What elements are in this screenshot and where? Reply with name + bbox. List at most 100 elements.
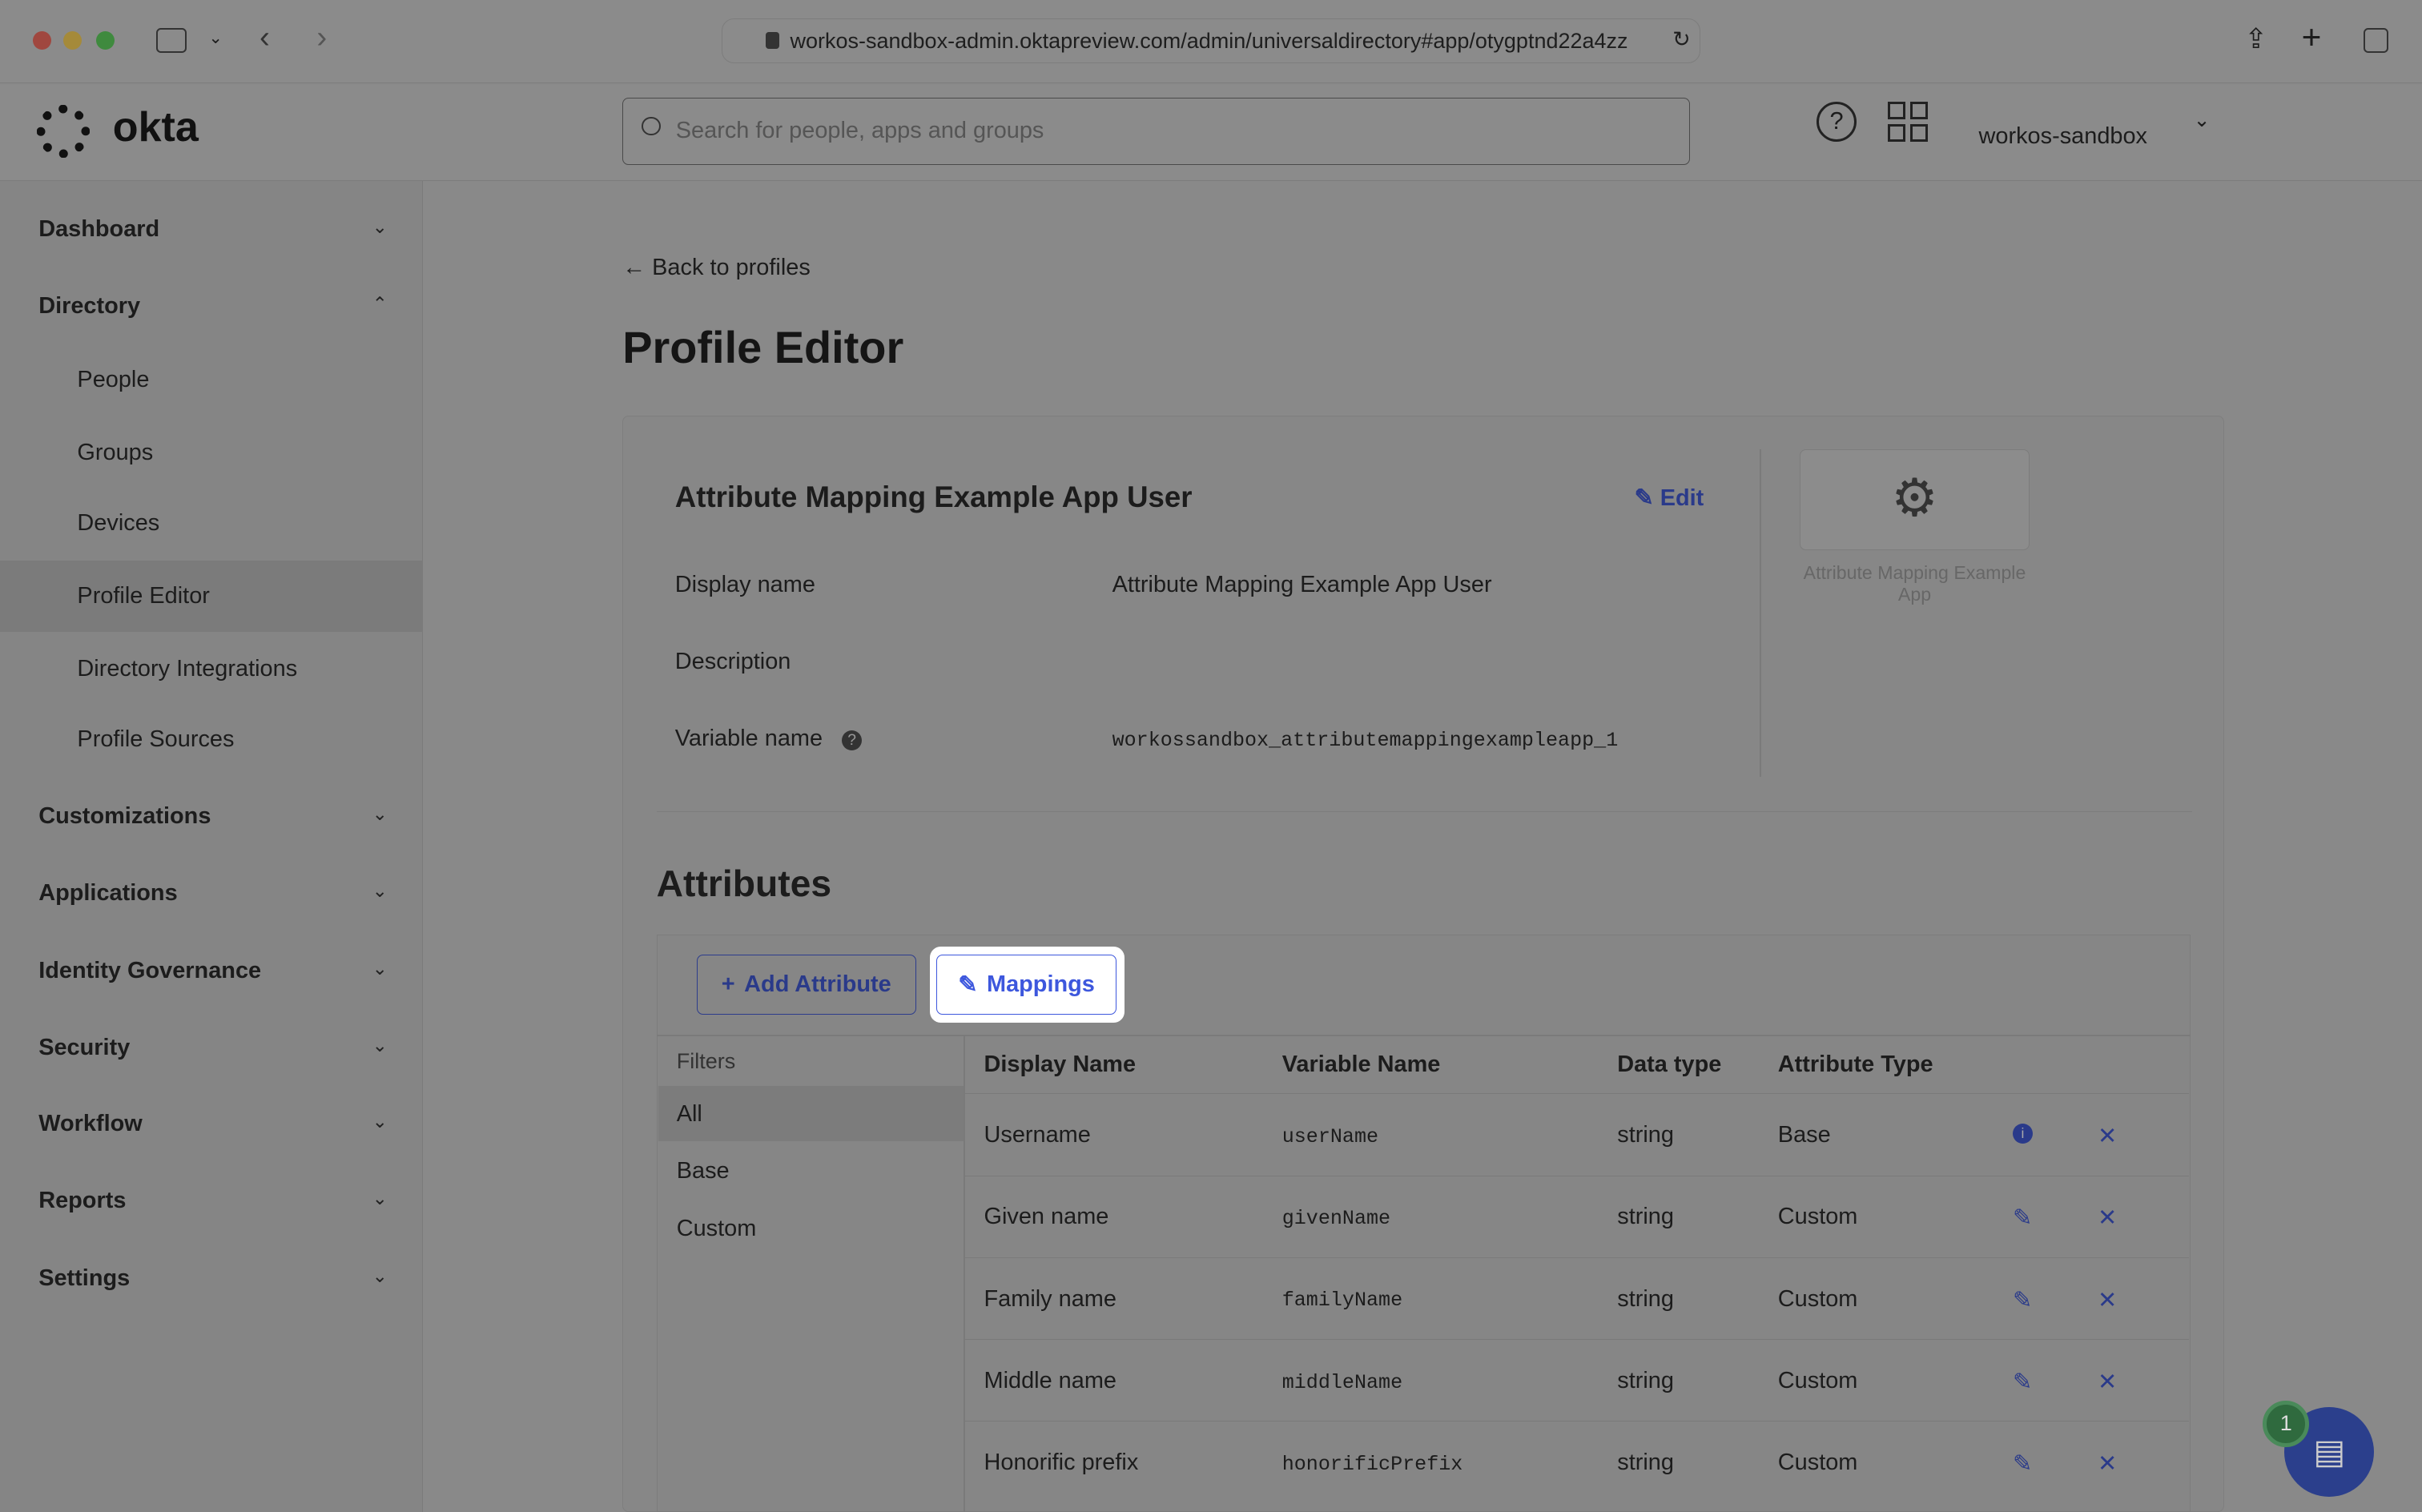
- sidebar-toggle-icon[interactable]: [155, 27, 187, 53]
- edit-pencil-icon[interactable]: ✎: [2013, 1204, 2032, 1232]
- sidebar-item-settings[interactable]: Settings ⌄: [38, 1265, 388, 1292]
- filters-heading: Filters: [676, 1048, 736, 1073]
- variable-name-label: Variable name: [674, 726, 823, 752]
- org-name[interactable]: workos-sandbox: [1979, 123, 2147, 150]
- forward-icon[interactable]: ›: [316, 20, 327, 55]
- delete-x-icon[interactable]: ✕: [2098, 1122, 2117, 1150]
- attribute-type: Custom: [1777, 1285, 1858, 1312]
- app-label: Attribute Mapping Example App: [1803, 562, 2026, 605]
- column-header: Variable Name: [1281, 1052, 1441, 1078]
- display-name-value: Attribute Mapping Example App User: [1112, 571, 1492, 597]
- description-label: Description: [674, 649, 791, 674]
- divider: [1759, 449, 1761, 778]
- chevron-down-icon: ⌄: [372, 1110, 388, 1132]
- table-row: Username userName string Base i ✕: [964, 1093, 2189, 1175]
- sidebar-item-directory[interactable]: Directory ⌃: [38, 293, 388, 320]
- variable-name: givenName: [1281, 1207, 1391, 1231]
- sidebar-item-identity-governance[interactable]: Identity Governance ⌄: [38, 958, 388, 984]
- filter-custom[interactable]: Custom: [677, 1216, 757, 1242]
- reload-icon[interactable]: ↻: [1672, 27, 1691, 52]
- data-type: string: [1617, 1450, 1674, 1475]
- edit-pencil-icon[interactable]: ✎: [2013, 1286, 2032, 1314]
- minimize-window-button[interactable]: [63, 30, 82, 50]
- sidebar-item-dashboard[interactable]: Dashboard ⌄: [38, 216, 388, 243]
- variable-name: userName: [1281, 1124, 1379, 1148]
- search-icon: [642, 116, 661, 135]
- delete-x-icon[interactable]: ✕: [2098, 1204, 2117, 1232]
- apps-grid-icon[interactable]: [1887, 102, 1928, 143]
- chevron-down-icon: ⌄: [372, 1188, 388, 1209]
- add-attribute-button[interactable]: + Add Attribute: [696, 954, 916, 1015]
- variable-name: middleName: [1281, 1370, 1403, 1394]
- display-name: Given name: [984, 1204, 1109, 1230]
- delete-x-icon[interactable]: ✕: [2098, 1368, 2117, 1396]
- edit-pencil-icon[interactable]: ✎: [2013, 1450, 2032, 1478]
- back-icon[interactable]: ‹: [260, 20, 270, 55]
- sidebar-item-workflow[interactable]: Workflow ⌄: [38, 1111, 388, 1137]
- sidebar-item-profile-editor[interactable]: Profile Editor: [0, 561, 424, 632]
- data-type: string: [1617, 1367, 1674, 1393]
- back-to-profiles-link[interactable]: ← Back to profiles: [622, 255, 811, 281]
- attributes-heading: Attributes: [656, 863, 832, 905]
- column-header: Display Name: [984, 1052, 1137, 1078]
- lock-icon: [765, 31, 779, 49]
- variable-name-value: workossandbox_attributemappingexampleapp…: [1112, 729, 1619, 753]
- edit-pencil-icon[interactable]: ✎: [2013, 1368, 2032, 1396]
- table-row: Given name givenName string Custom ✎ ✕: [964, 1175, 2189, 1257]
- account-chevron-icon[interactable]: ⌄: [2194, 108, 2211, 132]
- sidebar-item-reports[interactable]: Reports ⌄: [38, 1188, 388, 1214]
- data-type: string: [1617, 1285, 1674, 1312]
- chevron-up-icon: ⌃: [372, 293, 388, 315]
- attributes-table: Display Name Variable Name Data type Att…: [964, 1036, 2189, 1512]
- chevron-down-icon: ⌄: [372, 1035, 388, 1056]
- tabs-overview-icon[interactable]: [2363, 27, 2388, 53]
- close-window-button[interactable]: [32, 30, 51, 50]
- table-row: Middle name middleName string Custom ✎ ✕: [964, 1339, 2189, 1421]
- new-tab-icon[interactable]: +: [2302, 18, 2322, 57]
- okta-logo[interactable]: okta: [113, 103, 199, 151]
- profile-name: Attribute Mapping Example App User: [674, 480, 1193, 513]
- notification-badge: 1: [2263, 1401, 2310, 1448]
- display-name: Honorific prefix: [984, 1450, 1139, 1475]
- filter-base[interactable]: Base: [677, 1158, 730, 1184]
- attribute-type: Custom: [1777, 1367, 1858, 1393]
- variable-name: familyName: [1281, 1289, 1403, 1313]
- delete-x-icon[interactable]: ✕: [2098, 1450, 2117, 1478]
- sidebar-item-directory-integrations[interactable]: Directory Integrations: [0, 633, 423, 705]
- filter-all[interactable]: All: [658, 1085, 964, 1142]
- share-icon[interactable]: ⇪: [2244, 23, 2267, 55]
- attribute-type: Custom: [1777, 1204, 1858, 1230]
- mappings-button[interactable]: ✎ Mappings: [935, 954, 1117, 1015]
- edit-profile-button[interactable]: ✎ Edit: [1634, 484, 1704, 512]
- sidebar-item-profile-sources[interactable]: Profile Sources: [0, 704, 423, 775]
- info-icon[interactable]: i: [2012, 1124, 2034, 1144]
- display-name: Middle name: [984, 1367, 1117, 1393]
- attribute-type: Base: [1777, 1122, 1831, 1148]
- delete-x-icon[interactable]: ✕: [2098, 1286, 2117, 1314]
- okta-logo-icon: [37, 105, 90, 158]
- data-type: string: [1617, 1122, 1674, 1148]
- pencil-icon: ✎: [958, 971, 978, 998]
- maximize-window-button[interactable]: [95, 30, 115, 50]
- sidebar-item-groups[interactable]: Groups: [0, 417, 423, 489]
- column-header: Attribute Type: [1777, 1052, 1933, 1078]
- chevron-down-icon: ⌄: [372, 215, 388, 237]
- page-title: Profile Editor: [622, 322, 904, 373]
- sidebar-item-applications[interactable]: Applications ⌄: [38, 880, 388, 907]
- chevron-down-icon: ⌄: [372, 957, 388, 979]
- sidebar-item-security[interactable]: Security ⌄: [38, 1035, 388, 1061]
- column-header: Data type: [1617, 1052, 1722, 1078]
- variable-name: honorificPrefix: [1281, 1452, 1463, 1476]
- search-input[interactable]: Search for people, apps and groups: [622, 97, 1690, 166]
- table-row: Family name familyName string Custom ✎ ✕: [964, 1257, 2189, 1339]
- sidebar-item-people[interactable]: People: [0, 344, 423, 416]
- chevron-down-icon: ⌄: [372, 802, 388, 824]
- browser-toolbar: ⌄ ‹ › workos-sandbox-admin.oktapreview.c…: [0, 0, 2422, 84]
- address-bar[interactable]: workos-sandbox-admin.oktapreview.com/adm…: [721, 18, 1701, 64]
- sidebar-item-devices[interactable]: Devices: [0, 488, 423, 559]
- chevron-down-icon: ⌄: [372, 880, 388, 902]
- pencil-icon: ✎: [1634, 485, 1654, 511]
- chevron-down-icon[interactable]: ⌄: [208, 28, 223, 48]
- display-name: Family name: [984, 1285, 1116, 1312]
- sidebar-item-customizations[interactable]: Customizations ⌄: [38, 803, 388, 830]
